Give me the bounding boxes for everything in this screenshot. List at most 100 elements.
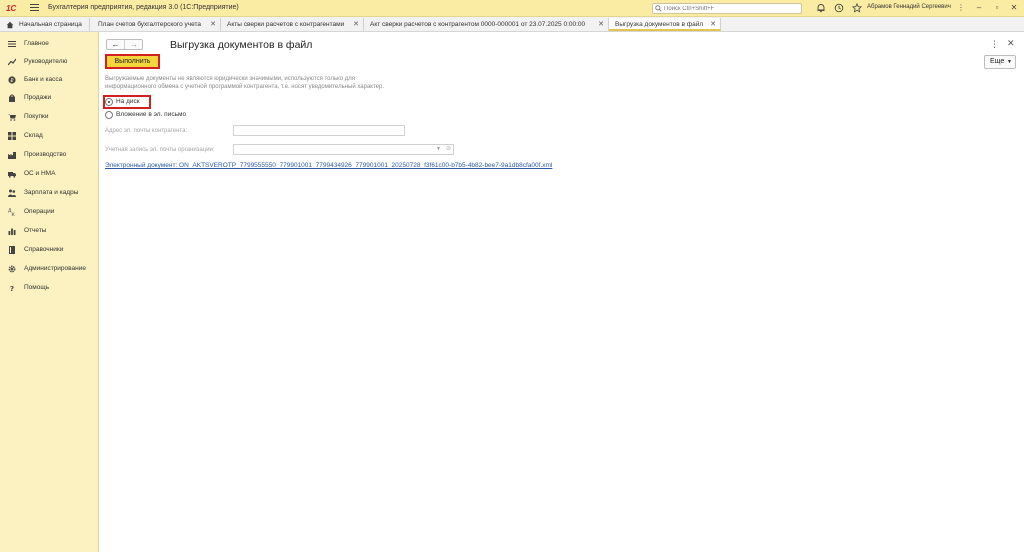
home-icon [6, 21, 14, 29]
navigation-buttons: ← → [106, 39, 143, 50]
sidebar-item-bank[interactable]: ₽ Банк и касса [0, 71, 99, 89]
tab-document-export[interactable]: Выгрузка документов в файл ✕ [609, 18, 721, 31]
book-icon [9, 246, 15, 254]
cart-icon [8, 114, 16, 121]
bell-icon[interactable] [816, 3, 826, 13]
sidebar-item-reports[interactable]: Отчеты [0, 222, 99, 240]
sidebar-item-label: Зарплата и кадры [24, 189, 79, 196]
open-link-icon[interactable]: ⊘ [446, 145, 451, 154]
minimize-icon[interactable]: – [973, 2, 985, 14]
sidebar-item-administration[interactable]: Администрирование [0, 260, 99, 278]
tab-label: Выгрузка документов в файл [615, 21, 704, 28]
tab-reconciliation-act[interactable]: Акт сверки расчетов с контрагентом 0000-… [364, 18, 609, 31]
sidebar-item-management[interactable]: Руководителю [0, 53, 99, 71]
gear-icon [8, 265, 16, 273]
sidebar-item-label: Руководителю [24, 58, 68, 65]
electronic-document-link[interactable]: Электронный документ: ON_AKTSVEROTP_7799… [105, 162, 552, 169]
svg-text:К: К [12, 212, 16, 216]
chart-icon [8, 228, 16, 235]
sidebar-item-help[interactable]: ? Помощь [0, 279, 99, 297]
global-search[interactable] [652, 3, 802, 14]
svg-text:?: ? [10, 285, 14, 292]
tab-reconciliation-acts[interactable]: Акты сверки расчетов с контрагентами ✕ [221, 18, 364, 31]
history-icon[interactable] [834, 3, 844, 13]
restore-icon[interactable]: ▫ [991, 2, 1003, 14]
chevron-down-icon[interactable]: ▼ [436, 145, 441, 154]
radio-label: Вложение в эл. письмо [116, 111, 187, 118]
tab-label: Акты сверки расчетов с контрагентами [227, 21, 345, 28]
search-input[interactable] [664, 4, 799, 13]
sidebar-item-production[interactable]: Производство [0, 146, 99, 164]
sidebar-item-label: Помощь [24, 284, 50, 291]
sidebar-item-warehouse[interactable]: Склад [0, 127, 99, 145]
close-tab-icon[interactable]: ✕ [598, 18, 604, 31]
close-window-icon[interactable]: ✕ [1008, 2, 1020, 14]
radio-label: На диск [116, 98, 140, 105]
sidebar-item-operations[interactable]: ДК Операции [0, 203, 99, 221]
sidebar-item-sales[interactable]: Продажи [0, 89, 99, 107]
forward-arrow-icon[interactable]: → [125, 40, 143, 49]
tab-label: Начальная страница [19, 21, 82, 28]
sidebar-item-purchases[interactable]: Покупки [0, 108, 99, 126]
more-actions-button[interactable]: Еще ▼ [984, 55, 1016, 69]
current-user[interactable]: Абрамов Геннадий Сергеевич [867, 4, 951, 10]
info-line: информационного обмена с учетной програм… [105, 84, 384, 90]
menu-icon [8, 41, 16, 47]
sidebar-item-label: ОС и НМА [24, 170, 56, 177]
main-menu-icon[interactable] [30, 4, 39, 12]
close-tab-icon[interactable]: ✕ [210, 18, 216, 31]
page-title: Выгрузка документов в файл [170, 39, 313, 51]
open-windows-tabs: Начальная страница План счетов бухгалтер… [0, 17, 1024, 32]
tab-label: План счетов бухгалтерского учета [98, 21, 202, 28]
app-logo: 1С [6, 4, 17, 13]
contractor-email-input[interactable] [233, 125, 405, 136]
form-area: ← → Выгрузка документов в файл ⋮ ✕ Выпол… [99, 32, 1024, 552]
org-email-account-select[interactable]: ▼ ⊘ [233, 144, 454, 155]
sidebar-item-directories[interactable]: Справочники [0, 241, 99, 259]
sidebar-item-label: Покупки [24, 113, 49, 120]
form-menu-icon[interactable]: ⋮ [990, 39, 999, 50]
info-line: Выгружаемые документы не являются юридич… [105, 76, 355, 82]
sidebar-item-label: Операции [24, 208, 55, 215]
warehouse-icon [8, 132, 16, 140]
account-label: Учетная запись эл. почты организации: [105, 147, 215, 153]
tab-home[interactable]: Начальная страница [0, 18, 90, 31]
operations-icon: ДК [8, 208, 16, 216]
close-form-icon[interactable]: ✕ [1007, 38, 1015, 49]
people-icon [8, 189, 16, 197]
chevron-down-icon: ▼ [1007, 59, 1012, 65]
sidebar-item-fixed-assets[interactable]: ОС и НМА [0, 165, 99, 183]
option-email-attachment[interactable]: Вложение в эл. письмо [105, 110, 215, 121]
title-bar: 1С Бухгалтерия предприятия, редакция 3.0… [0, 0, 1024, 17]
bag-icon [9, 94, 15, 102]
sidebar-item-payroll[interactable]: Зарплата и кадры [0, 184, 99, 202]
radio-email-attachment[interactable] [105, 111, 113, 119]
option-to-disk[interactable]: На диск [105, 97, 150, 108]
close-tab-icon[interactable]: ✕ [710, 18, 716, 31]
back-arrow-icon[interactable]: ← [107, 40, 125, 49]
sidebar-item-main[interactable]: Главное [0, 35, 99, 53]
sidebar-item-label: Производство [24, 151, 67, 158]
sidebar-item-label: Склад [24, 132, 43, 139]
close-tab-icon[interactable]: ✕ [353, 18, 359, 31]
favorites-star-icon[interactable] [852, 3, 862, 13]
question-icon: ? [10, 285, 14, 292]
sidebar-item-label: Администрирование [24, 265, 86, 272]
app-title: Бухгалтерия предприятия, редакция 3.0 (1… [48, 4, 239, 11]
settings-menu-icon[interactable]: ⋮ [955, 2, 967, 14]
radio-to-disk[interactable] [105, 98, 113, 106]
search-icon [655, 5, 662, 12]
bank-icon: ₽ [8, 76, 16, 84]
factory-icon [8, 152, 16, 159]
run-button[interactable]: Выполнить [105, 54, 160, 69]
info-note: Выгружаемые документы не являются юридич… [105, 75, 465, 91]
tab-chart-of-accounts[interactable]: План счетов бухгалтерского учета ✕ [92, 18, 221, 31]
sidebar-item-label: Главное [24, 40, 49, 47]
sidebar-item-label: Отчеты [24, 227, 47, 234]
sidebar-item-label: Справочники [24, 246, 64, 253]
sections-sidebar: Главное Руководителю ₽ Банк и касса Прод… [0, 32, 99, 552]
sidebar-item-label: Банк и касса [24, 76, 63, 83]
more-actions-label: Еще [990, 58, 1005, 65]
trend-icon [8, 58, 16, 66]
truck-icon [8, 172, 16, 178]
